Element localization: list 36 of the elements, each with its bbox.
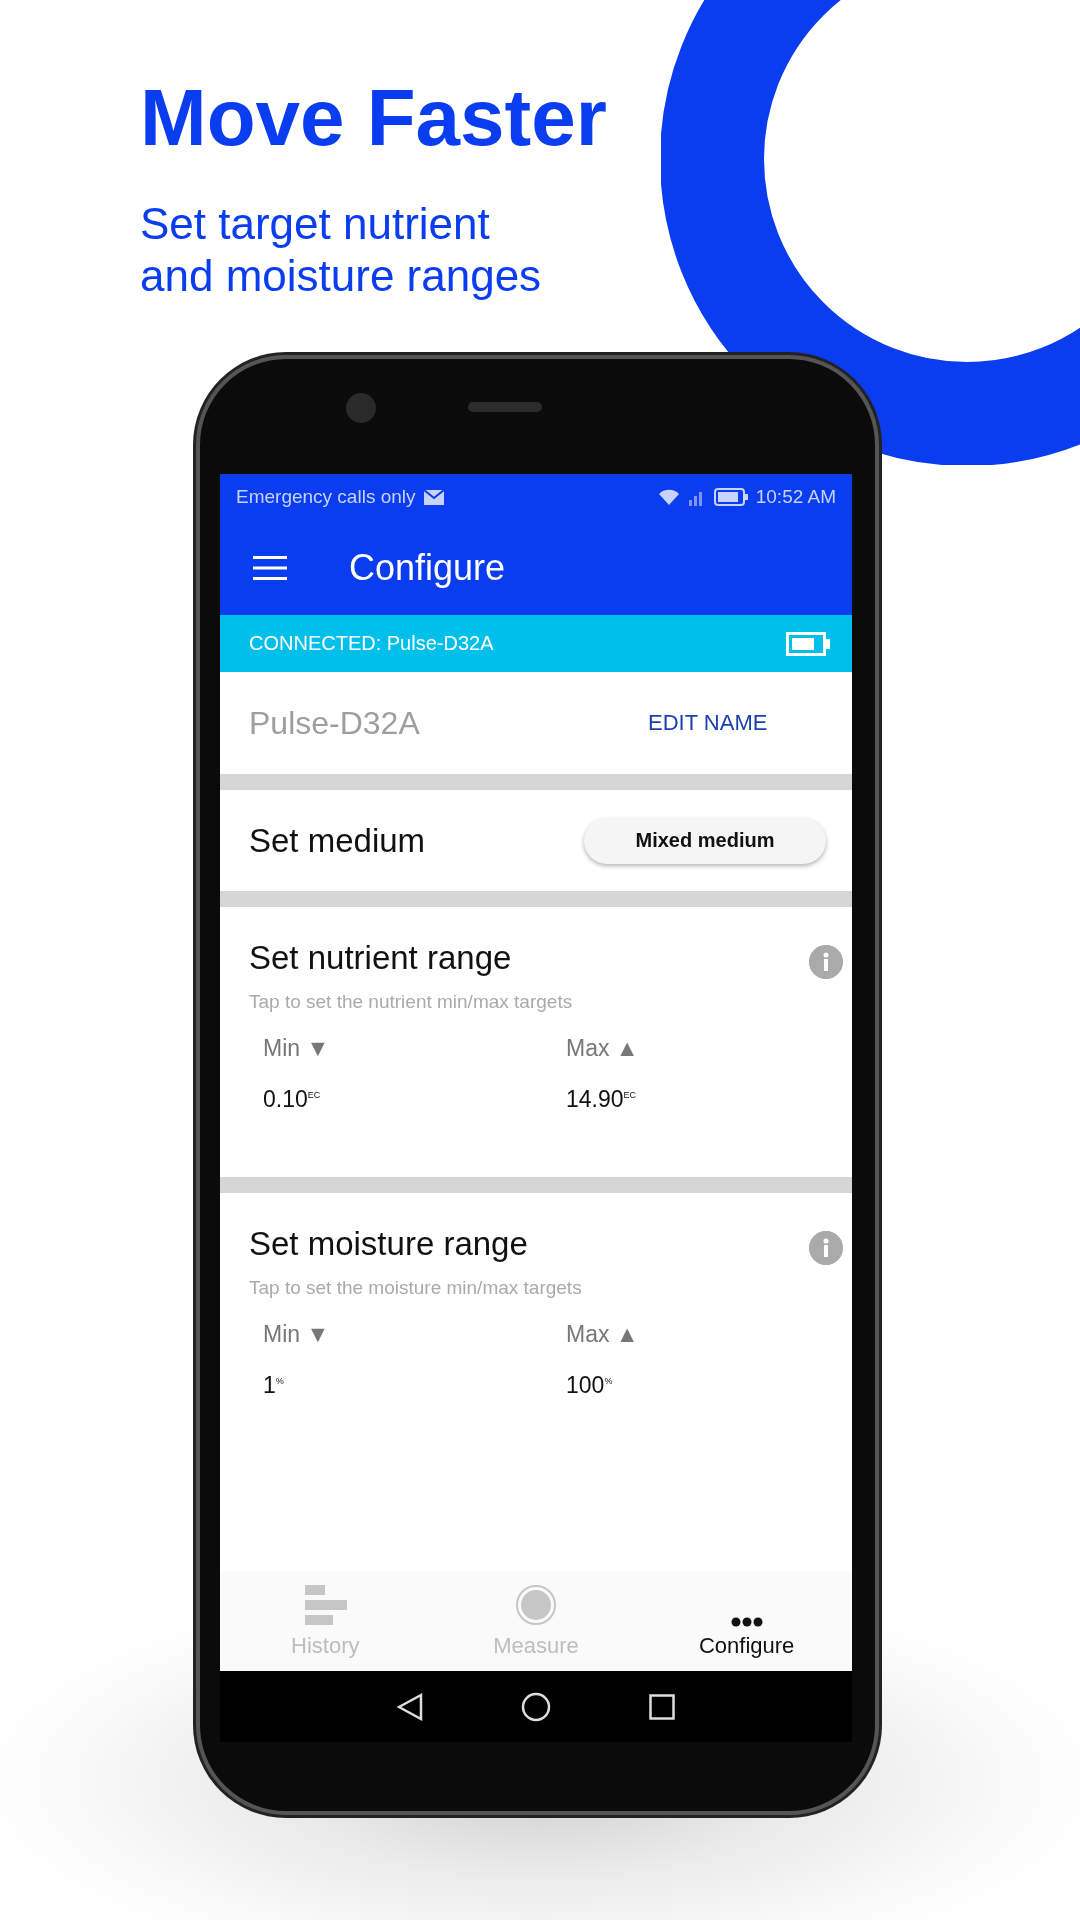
more-icon — [730, 1617, 763, 1627]
max-label[interactable]: Max ▲ — [566, 1321, 639, 1348]
hint-text: Tap to set the nutrient min/max targets — [249, 991, 574, 1013]
max-value[interactable]: 100$^{%}$ — [566, 1372, 613, 1399]
camera-icon — [346, 393, 376, 423]
record-icon — [514, 1583, 558, 1627]
connection-status: CONNECTED: Pulse-D32A — [249, 632, 494, 655]
recents-icon[interactable] — [649, 1693, 675, 1720]
min-value[interactable]: 0.10$^{EC}$ — [263, 1086, 321, 1113]
subheadline: and moisture ranges — [140, 250, 543, 302]
back-icon[interactable] — [397, 1692, 423, 1721]
screen-title: Configure — [349, 546, 506, 589]
min-label[interactable]: Min ▼ — [263, 1321, 330, 1348]
battery-icon — [786, 631, 830, 656]
device-name: Pulse-D32A — [249, 704, 421, 742]
wifi-icon — [657, 488, 680, 506]
medium-button[interactable]: Mixed medium — [584, 817, 826, 864]
battery-icon — [713, 488, 748, 506]
hint-text: Tap to set the moisture min/max targets — [249, 1277, 583, 1299]
bar-list-icon — [303, 1583, 348, 1627]
max-label[interactable]: Max ▲ — [566, 1035, 639, 1062]
status-time: 10:52 AM — [755, 486, 836, 508]
medium-label: Set medium — [249, 821, 426, 860]
home-icon[interactable] — [521, 1691, 551, 1722]
subheadline: Set target nutrient — [140, 198, 491, 250]
headline: Move Faster — [140, 72, 608, 164]
nav-tab[interactable]: Configure — [641, 1571, 852, 1671]
menu-icon[interactable] — [253, 555, 287, 580]
edit-name-button[interactable]: EDIT NAME — [648, 710, 768, 736]
max-value[interactable]: 14.90$^{EC}$ — [566, 1086, 637, 1113]
section-title: Set moisture range — [249, 1224, 528, 1264]
status-text: Emergency calls only — [236, 486, 416, 508]
min-value[interactable]: 1$^{%}$ — [263, 1372, 284, 1399]
envelope-icon — [423, 489, 444, 505]
section-title: Set nutrient range — [249, 938, 512, 978]
min-label[interactable]: Min ▼ — [263, 1035, 330, 1062]
